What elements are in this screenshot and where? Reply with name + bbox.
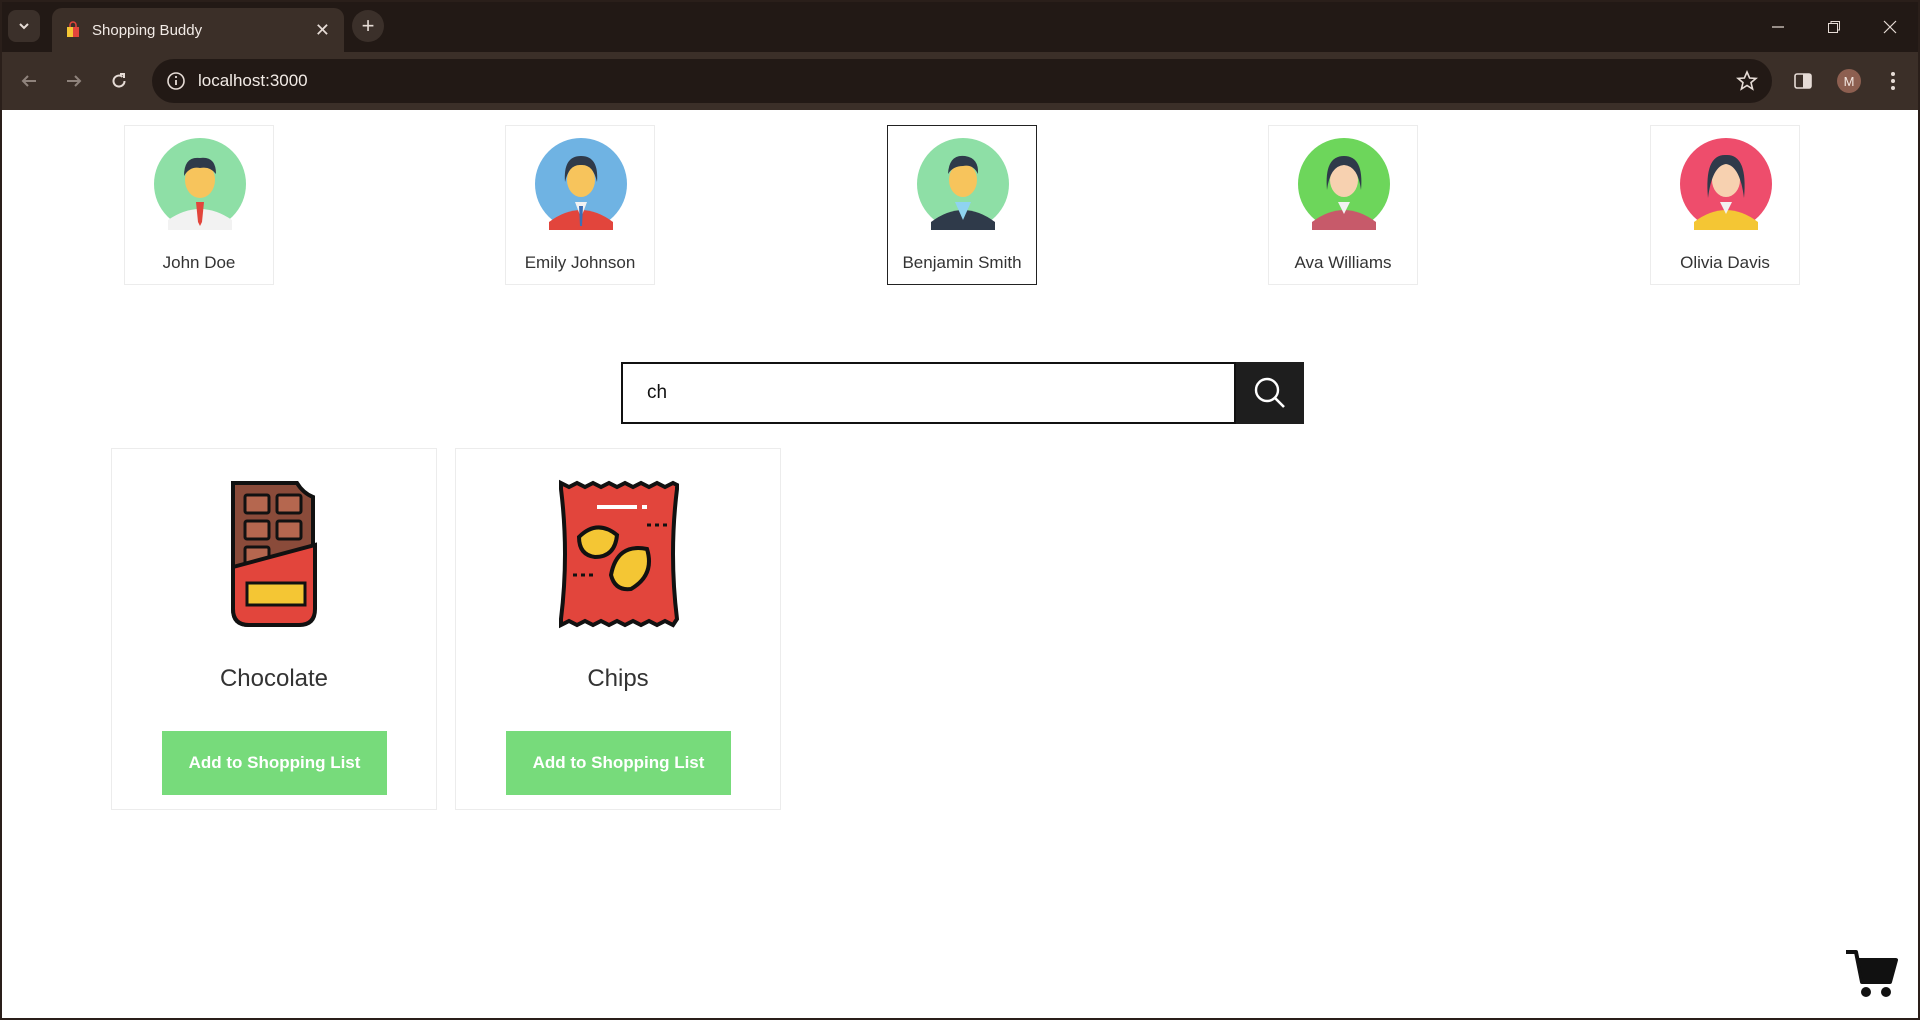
info-icon[interactable] [166,71,186,91]
tab-title: Shopping Buddy [92,21,203,39]
url-text[interactable]: localhost:3000 [198,71,308,91]
search-input[interactable] [623,364,1234,422]
product-name: Chocolate [219,665,329,692]
female-avatar-icon [1298,138,1390,230]
close-window-button[interactable] [1862,2,1918,52]
add-to-shopping-list-button[interactable]: Add to Shopping List [162,731,387,795]
product-card-chips: Chips Add to Shopping List [455,448,781,810]
shopping-cart-icon[interactable] [1844,946,1900,1002]
search-box [621,362,1236,424]
bookmark-star-icon[interactable] [1736,70,1758,92]
minimize-icon [1772,26,1784,28]
profile-avatar: M [1837,69,1861,93]
male-avatar-icon [154,138,246,230]
user-card-john-doe[interactable]: John Doe [124,125,274,285]
browser-tab[interactable]: Shopping Buddy ✕ [52,8,344,52]
address-bar[interactable]: localhost:3000 [152,59,1772,103]
search-button[interactable] [1236,362,1304,424]
product-name: Chips [587,665,649,692]
user-name: Olivia Davis [1680,253,1770,272]
female-avatar-icon [1680,138,1772,230]
user-name: Ava Williams [1294,253,1392,272]
user-name: Emily Johnson [524,253,636,272]
side-panel-icon [1794,73,1812,89]
restore-button[interactable] [1806,2,1862,52]
reload-button[interactable] [102,64,136,98]
shopping-bag-favicon-icon [67,21,79,37]
arrow-left-icon [21,75,36,87]
chevron-down-icon [19,23,29,30]
user-card-emily-johnson[interactable]: Emily Johnson [505,125,655,285]
restore-icon [1828,21,1840,33]
chips-bag-icon [559,479,680,629]
user-name: John Doe [162,253,236,272]
user-card-olivia-davis[interactable]: Olivia Davis [1650,125,1800,285]
browser-menu-button[interactable] [1876,64,1910,98]
user-card-ava-williams[interactable]: Ava Williams [1268,125,1418,285]
user-card-benjamin-smith[interactable]: Benjamin Smith [887,125,1037,285]
user-name: Benjamin Smith [902,253,1022,272]
arrow-right-icon [67,75,82,87]
minimize-button[interactable] [1750,2,1806,52]
page-content: John Doe Emily Johnson Benjamin Smith Av… [2,110,1918,1018]
tab-search-button[interactable] [8,10,40,42]
browser-toolbar: localhost:3000 M [2,52,1918,110]
window-controls [1750,2,1918,52]
side-panel-button[interactable] [1786,64,1820,98]
female-avatar-icon [535,138,627,230]
tab-close-icon[interactable]: ✕ [315,20,330,41]
tab-strip: Shopping Buddy ✕ + [2,2,1918,52]
back-button[interactable] [12,64,46,98]
product-card-chocolate: Chocolate Add to Shopping List [111,448,437,810]
forward-button[interactable] [57,64,91,98]
close-icon [1883,20,1897,34]
more-vert-icon [1891,72,1895,90]
new-tab-button[interactable]: + [352,10,384,42]
browser-window: Shopping Buddy ✕ + localhost:3000 M John… [0,0,1920,1020]
search-icon [1254,377,1285,408]
reload-icon [112,73,126,88]
chocolate-bar-icon [231,481,317,627]
profile-button[interactable]: M [1832,64,1866,98]
add-to-shopping-list-button[interactable]: Add to Shopping List [506,731,731,795]
male-avatar-icon [917,138,1009,230]
